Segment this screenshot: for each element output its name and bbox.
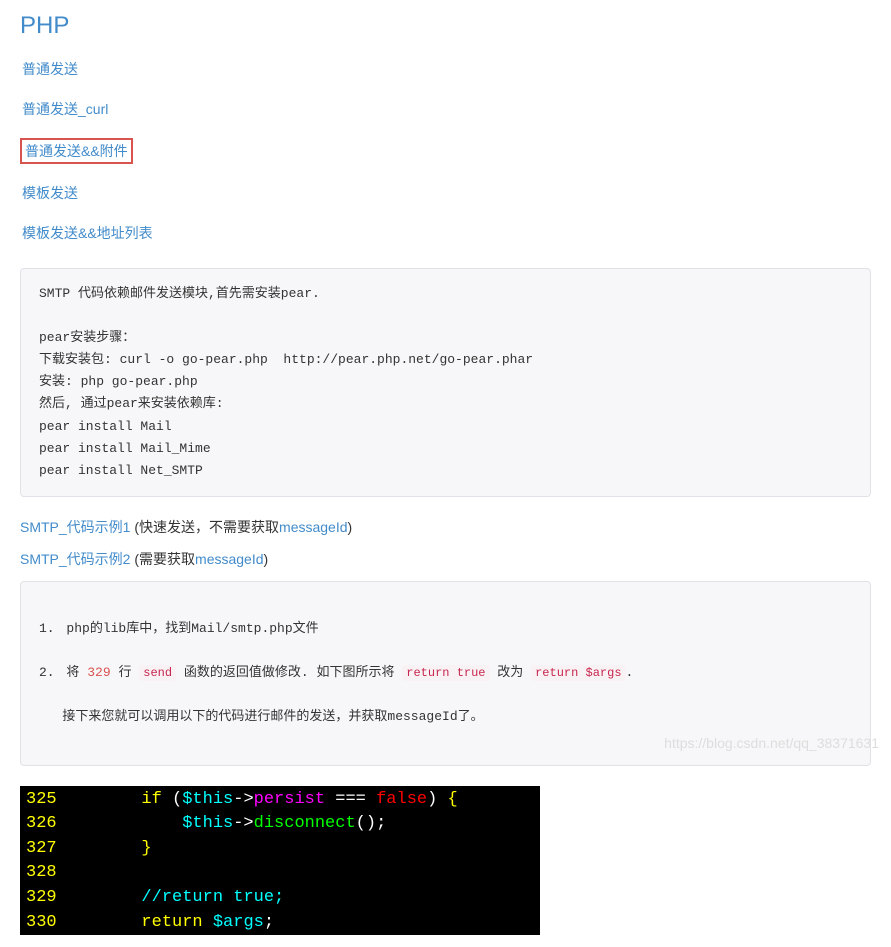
editor-gutter: 325	[20, 788, 70, 813]
messageid-link-2[interactable]: messageId	[195, 551, 263, 567]
step-num-1: 1.	[39, 621, 55, 636]
example-note-1b: )	[348, 519, 353, 535]
editor-row-325: 325 if ($this->persist === false) {	[20, 788, 540, 813]
editor-gutter: 326	[20, 812, 70, 837]
editor-gutter: 328	[20, 861, 70, 886]
editor-code	[70, 861, 540, 886]
editor-gutter: 330	[20, 911, 70, 936]
step-line-1: 1. php的lib库中，找到Mail/smtp.php文件	[39, 618, 852, 640]
step-p2: 行	[111, 665, 140, 680]
editor-row-329: 329 //return true;	[20, 886, 540, 911]
editor-code: if ($this->persist === false) {	[70, 788, 540, 813]
step-p3: 函数的返回值做修改. 如下图所示将	[176, 665, 402, 680]
nav-link-3[interactable]: 模板发送	[20, 182, 80, 204]
editor-code: //return true;	[70, 886, 540, 911]
editor-gutter: 329	[20, 886, 70, 911]
example-link-1[interactable]: SMTP_代码示例1	[20, 519, 130, 535]
editor-code: $this->disconnect();	[70, 812, 540, 837]
nav-link-4[interactable]: 模板发送&&地址列表	[20, 222, 155, 244]
messageid-link-1[interactable]: messageId	[279, 519, 347, 535]
editor-row-326: 326 $this->disconnect();	[20, 812, 540, 837]
example-note-2b: )	[264, 551, 269, 567]
editor-row-328: 328	[20, 861, 540, 886]
step-code-1: send	[139, 665, 176, 681]
nav-links: 普通发送普通发送_curl 普通发送&&附件模板发送模板发送&&地址列表	[20, 58, 871, 254]
step-text-1: php的lib库中，找到Mail/smtp.php文件	[66, 621, 318, 636]
editor-code: return $args;	[70, 911, 540, 936]
step-line-2: 2. 将 329 行 send 函数的返回值做修改. 如下图所示将 return…	[39, 662, 852, 684]
step-p1: 将	[66, 665, 87, 680]
example-row-1: SMTP_代码示例1 (快速发送，不需要获取messageId)	[20, 517, 871, 537]
example-row-2: SMTP_代码示例2 (需要获取messageId)	[20, 549, 871, 569]
nav-link-2[interactable]: 普通发送&&附件	[20, 138, 133, 164]
example-note-1a: (快速发送，不需要获取	[130, 519, 279, 535]
step-p4: 改为	[490, 665, 532, 680]
step-p5: .	[626, 665, 634, 680]
editor-gutter: 327	[20, 837, 70, 862]
step-code-3: return $args	[531, 665, 625, 681]
editor-code: }	[70, 837, 540, 862]
step-line-3: 接下来您就可以调用以下的代码进行邮件的发送，并获取messageId了。	[39, 706, 852, 728]
example-link-2[interactable]: SMTP_代码示例2	[20, 551, 130, 567]
code-editor: 325 if ($this->persist === false) {326 $…	[20, 786, 540, 936]
nav-link-0[interactable]: 普通发送	[20, 58, 80, 80]
nav-link-1[interactable]: 普通发送_curl	[20, 98, 110, 120]
page-title: PHP	[20, 12, 871, 40]
editor-row-330: 330 return $args;	[20, 911, 540, 936]
steps-code-block: 1. php的lib库中，找到Mail/smtp.php文件 2. 将 329 …	[20, 581, 871, 766]
install-code-block: SMTP 代码依赖邮件发送模块,首先需安装pear. pear安装步骤： 下载安…	[20, 268, 871, 497]
step-num-2: 2.	[39, 665, 55, 680]
step-lineref: 329	[87, 665, 110, 680]
step-code-2: return true	[402, 665, 489, 681]
example-note-2a: (需要获取	[130, 551, 195, 567]
editor-row-327: 327 }	[20, 837, 540, 862]
